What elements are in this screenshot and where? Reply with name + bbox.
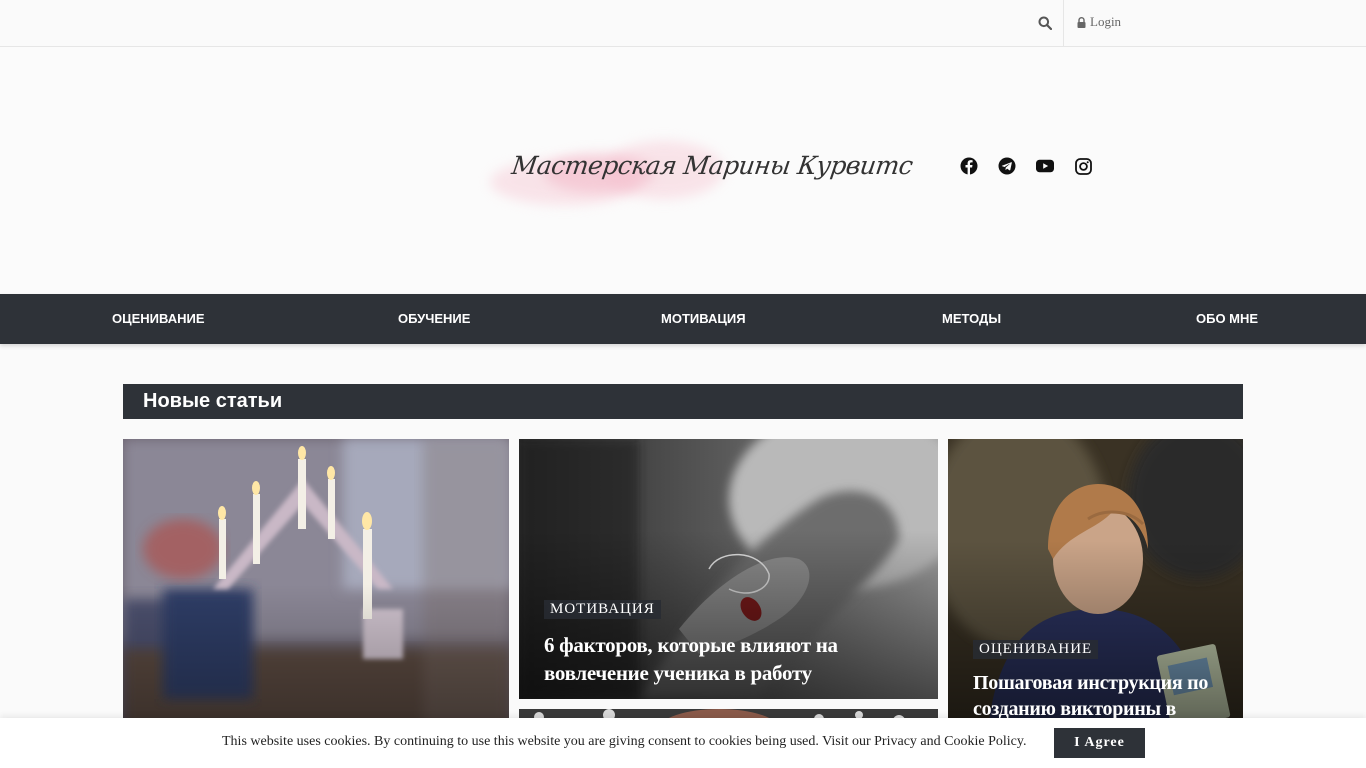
article-title[interactable]: Пошаговая инструкция по созданию виктори… — [973, 670, 1228, 722]
instagram-link[interactable] — [1074, 157, 1092, 175]
facebook-link[interactable] — [960, 157, 978, 175]
top-bar: Login — [0, 0, 1366, 47]
login-link[interactable]: Login — [1077, 14, 1121, 30]
nav-item-methods[interactable]: МЕТОДЫ — [942, 294, 1001, 344]
nav-item-assessment[interactable]: ОЦЕНИВАНИЕ — [112, 294, 205, 344]
article-card-3[interactable]: ОЦЕНИВАНИЕ Пошаговая инструкция по созда… — [948, 439, 1243, 729]
main-nav: ОЦЕНИВАНИЕ ОБУЧЕНИЕ МОТИВАЦИЯ МЕТОДЫ ОБО… — [0, 294, 1366, 344]
agree-button[interactable]: I Agree — [1054, 728, 1145, 758]
facebook-icon — [960, 157, 978, 175]
section-title-bar: Новые статьи — [123, 384, 1243, 419]
nav-item-learning[interactable]: ОБУЧЕНИЕ — [398, 294, 470, 344]
site-header: Мастерская Марины Курвитс — [0, 47, 1366, 294]
cookie-bar: This website uses cookies. By continuing… — [0, 718, 1366, 768]
lock-icon — [1077, 16, 1086, 28]
article-card-1[interactable] — [123, 439, 509, 729]
login-label: Login — [1090, 14, 1122, 29]
telegram-icon — [998, 157, 1016, 175]
site-logo[interactable]: Мастерская Марины Курвитс — [484, 133, 914, 213]
logo-text: Мастерская Марины Курвитс — [509, 151, 915, 180]
telegram-link[interactable] — [998, 157, 1016, 175]
social-links — [960, 157, 1092, 175]
nav-item-motivation[interactable]: МОТИВАЦИЯ — [661, 294, 746, 344]
category-tag[interactable]: МОТИВАЦИЯ — [544, 600, 661, 619]
youtube-link[interactable] — [1036, 157, 1054, 175]
article-title[interactable]: 6 факторов, которые влияют на вовлечение… — [544, 631, 914, 687]
search-icon — [1038, 16, 1052, 30]
card-overlay — [123, 439, 509, 729]
youtube-icon — [1036, 159, 1054, 173]
category-tag[interactable]: ОЦЕНИВАНИЕ — [973, 640, 1099, 659]
search-button[interactable] — [1027, 0, 1064, 46]
section-title: Новые статьи — [143, 390, 283, 412]
cookie-text: This website uses cookies. By continuing… — [222, 734, 1027, 749]
article-card-2[interactable]: МОТИВАЦИЯ 6 факторов, которые влияют на … — [519, 439, 938, 699]
instagram-icon — [1074, 157, 1092, 175]
nav-item-about[interactable]: ОБО МНЕ — [1196, 294, 1258, 344]
